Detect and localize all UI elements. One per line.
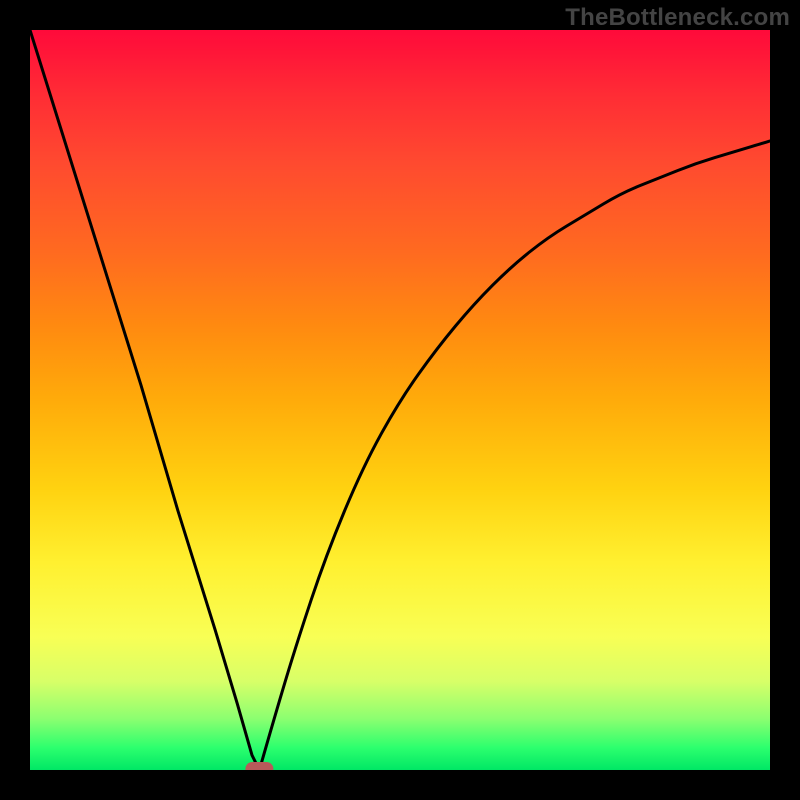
left-branch-line bbox=[30, 30, 259, 770]
minimum-marker bbox=[245, 762, 273, 770]
right-branch-line bbox=[259, 141, 770, 770]
plot-area bbox=[30, 30, 770, 770]
watermark-text: TheBottleneck.com bbox=[565, 4, 790, 32]
chart-frame: TheBottleneck.com bbox=[0, 0, 800, 800]
curve-svg bbox=[30, 30, 770, 770]
